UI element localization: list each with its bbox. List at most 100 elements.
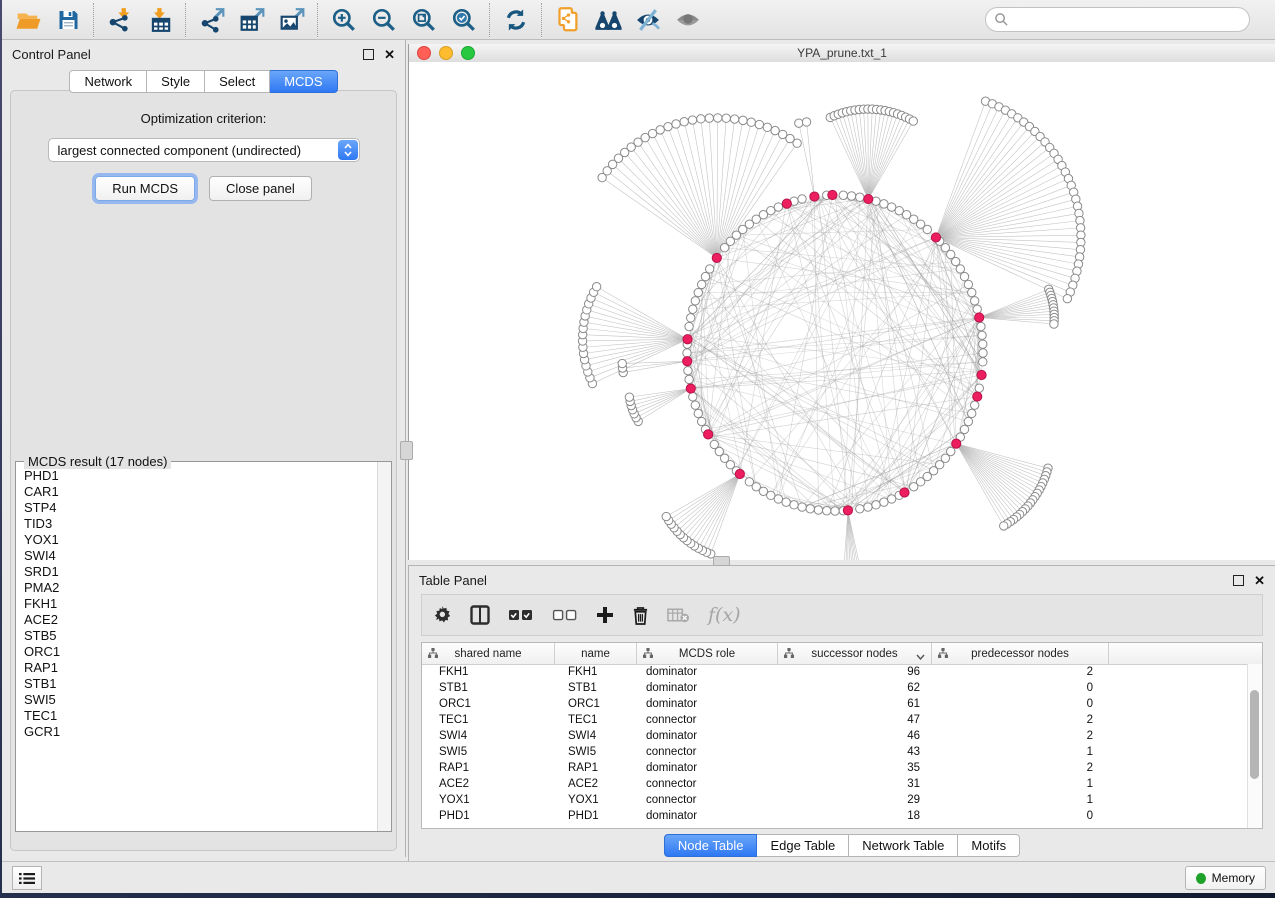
mcds-result-item[interactable]: SWI5 [24, 692, 378, 708]
mcds-result-item[interactable]: ACE2 [24, 612, 378, 628]
mcds-result-item[interactable]: TEC1 [24, 708, 378, 724]
dominator-node[interactable] [810, 192, 819, 201]
table-cell[interactable]: STB1 [555, 682, 637, 694]
mcds-result-item[interactable]: RAP1 [24, 660, 378, 676]
mcds-result-item[interactable]: SRD1 [24, 564, 378, 580]
table-cell[interactable]: 43 [778, 746, 932, 758]
table-row[interactable]: STB1STB1dominator620 [422, 680, 1248, 696]
column-header-MCDS-role[interactable]: MCDS role [637, 643, 778, 664]
table-row[interactable]: TEC1TEC1connector472 [422, 712, 1248, 728]
delete-entry-icon[interactable] [632, 600, 649, 630]
tab-select[interactable]: Select [205, 70, 270, 93]
table-cell[interactable]: SWI4 [555, 730, 637, 742]
table-row[interactable]: PHD1PHD1dominator180 [422, 808, 1248, 824]
save-session-icon[interactable] [48, 3, 88, 37]
criterion-select[interactable]: largest connected component (undirected) [48, 138, 360, 162]
refresh-view-icon[interactable] [496, 3, 536, 37]
open-session-icon[interactable] [8, 3, 48, 37]
table-cell[interactable]: YOX1 [555, 794, 637, 806]
dominator-node[interactable] [977, 370, 986, 379]
table-cell[interactable]: connector [637, 746, 778, 758]
table-cell[interactable]: 2 [932, 666, 1109, 678]
add-entry-icon[interactable] [596, 600, 614, 630]
mcds-result-item[interactable]: PHD1 [24, 468, 378, 484]
table-cell[interactable]: RAP1 [555, 762, 637, 774]
tab-motifs[interactable]: Motifs [958, 834, 1020, 857]
dominator-node[interactable] [975, 313, 984, 322]
table-row[interactable]: ACE2ACE2connector311 [422, 776, 1248, 792]
dominator-node[interactable] [864, 194, 873, 203]
table-cell[interactable]: FKH1 [555, 666, 637, 678]
table-cell[interactable]: ORC1 [555, 698, 637, 710]
table-cell[interactable]: ORC1 [422, 698, 555, 710]
table-cell[interactable]: 96 [778, 666, 932, 678]
hide-selected-icon[interactable] [628, 3, 668, 37]
import-table-file-icon[interactable] [140, 3, 180, 37]
dominator-node[interactable] [828, 190, 837, 199]
table-cell[interactable]: 2 [932, 730, 1109, 742]
table-cell[interactable]: 18 [778, 810, 932, 822]
table-cell[interactable]: FKH1 [422, 666, 555, 678]
result-list-scrollbar[interactable] [377, 462, 391, 831]
close-panel-icon[interactable]: ✕ [384, 50, 395, 59]
mcds-result-item[interactable]: PMA2 [24, 580, 378, 596]
table-cell[interactable]: 35 [778, 762, 932, 774]
table-cell[interactable]: SWI5 [422, 746, 555, 758]
table-cell[interactable]: 61 [778, 698, 932, 710]
table-cell[interactable]: PHD1 [422, 810, 555, 822]
table-cell[interactable]: 0 [932, 682, 1109, 694]
table-cell[interactable]: 1 [932, 746, 1109, 758]
task-history-button[interactable] [12, 866, 42, 890]
tab-edge-table[interactable]: Edge Table [757, 834, 849, 857]
tab-mcds[interactable]: MCDS [270, 70, 337, 93]
table-cell[interactable]: 62 [778, 682, 932, 694]
table-cell[interactable]: dominator [637, 730, 778, 742]
table-cell[interactable]: STB1 [422, 682, 555, 694]
select-stepper-icon[interactable] [338, 140, 358, 160]
table-cell[interactable]: 1 [932, 778, 1109, 790]
table-cell[interactable]: dominator [637, 762, 778, 774]
network-graph[interactable] [409, 62, 1275, 560]
table-cell[interactable]: 31 [778, 778, 932, 790]
table-cell[interactable]: 0 [932, 810, 1109, 822]
run-mcds-button[interactable]: Run MCDS [95, 176, 195, 201]
close-panel-button[interactable]: Close panel [209, 176, 312, 201]
mcds-result-item[interactable]: STP4 [24, 500, 378, 516]
mcds-result-item[interactable]: SWI4 [24, 548, 378, 564]
deselect-all-icon[interactable] [552, 600, 578, 630]
table-cell[interactable]: YOX1 [422, 794, 555, 806]
mcds-result-item[interactable]: STB1 [24, 676, 378, 692]
table-cell[interactable]: dominator [637, 698, 778, 710]
float-table-panel-icon[interactable] [1233, 575, 1244, 586]
show-column-icon[interactable] [470, 600, 490, 630]
table-cell[interactable]: 0 [932, 698, 1109, 710]
table-cell[interactable]: SWI4 [422, 730, 555, 742]
dominator-node[interactable] [973, 392, 982, 401]
float-panel-icon[interactable] [363, 49, 374, 60]
table-row[interactable]: ORC1ORC1dominator610 [422, 696, 1248, 712]
copy-network-icon[interactable] [548, 3, 588, 37]
export-network-icon[interactable] [192, 3, 232, 37]
table-cell[interactable]: 2 [932, 762, 1109, 774]
table-row[interactable]: RAP1RAP1dominator352 [422, 760, 1248, 776]
zoom-in-icon[interactable] [324, 3, 364, 37]
table-cell[interactable]: SWI5 [555, 746, 637, 758]
tab-node-table[interactable]: Node Table [664, 834, 758, 857]
dominator-node[interactable] [931, 233, 940, 242]
tab-network[interactable]: Network [69, 70, 147, 93]
table-cell[interactable]: connector [637, 794, 778, 806]
table-cell[interactable]: PHD1 [555, 810, 637, 822]
table-cell[interactable]: 29 [778, 794, 932, 806]
table-row[interactable]: YOX1YOX1connector291 [422, 792, 1248, 808]
first-neighbors-icon[interactable] [588, 3, 628, 37]
mcds-result-list[interactable]: PHD1CAR1STP4TID3YOX1SWI4SRD1PMA2FKH1ACE2… [16, 468, 378, 831]
memory-button[interactable]: Memory [1185, 866, 1266, 890]
table-cell[interactable]: dominator [637, 810, 778, 822]
export-image-icon[interactable] [272, 3, 312, 37]
network-canvas[interactable] [409, 62, 1275, 560]
horizontal-splitter-handle[interactable] [713, 556, 730, 566]
table-cell[interactable]: 46 [778, 730, 932, 742]
column-header-name[interactable]: name [555, 643, 637, 664]
tab-style[interactable]: Style [147, 70, 205, 93]
dominator-node[interactable] [712, 253, 721, 262]
